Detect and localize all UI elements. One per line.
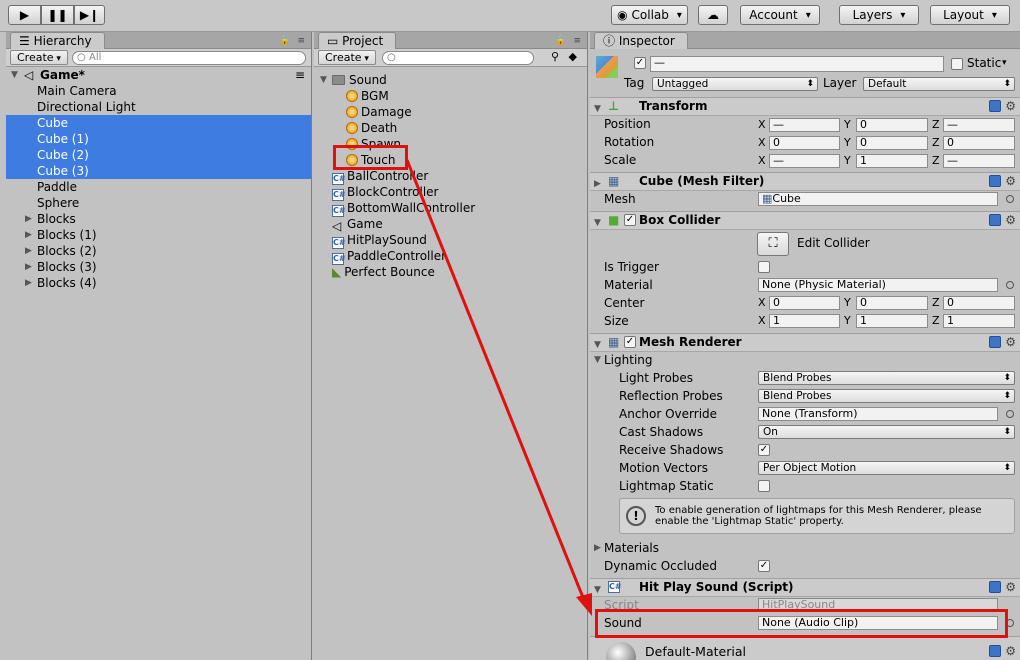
drag-arrow-overlay	[405, 159, 592, 616]
drag-arrow-head	[576, 593, 592, 616]
drag-arrow-line	[405, 159, 588, 606]
